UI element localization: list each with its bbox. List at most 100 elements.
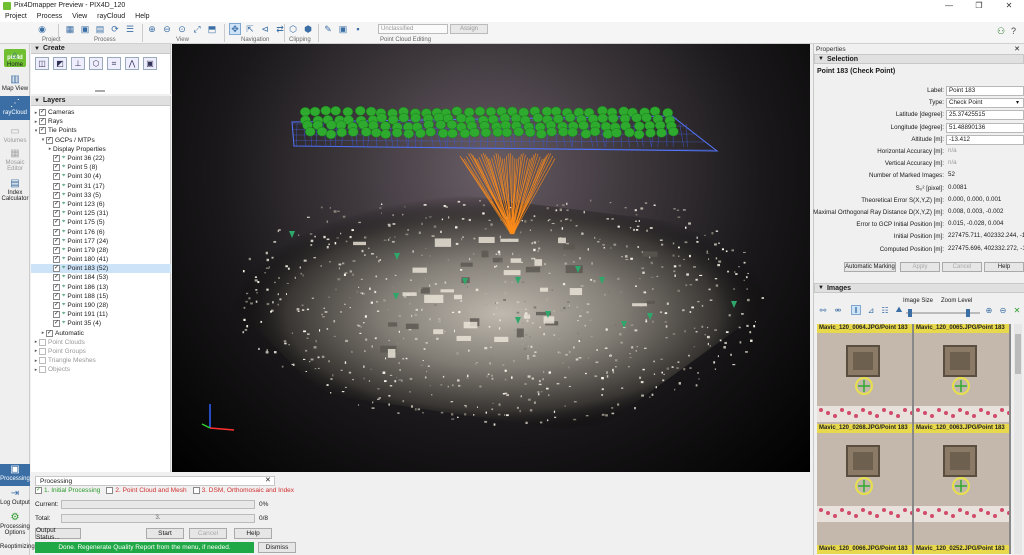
menu-view[interactable]: View — [67, 13, 92, 20]
layer-checkbox[interactable]: ✓ — [53, 265, 60, 273]
close-icon[interactable]: ✕ — [265, 476, 271, 484]
menu-project[interactable]: Project — [0, 13, 32, 20]
zoom-out-icon[interactable]: ⊖ — [998, 305, 1008, 315]
layer-checkbox[interactable]: ✓ — [46, 329, 53, 337]
sidebar-item-index-calculator[interactable]: ▤ Index Calculator — [0, 178, 30, 210]
layer-item[interactable]: ✓ ⌖ Point 31 (17) — [31, 182, 171, 191]
layer-item[interactable]: ✓ ⌖ Point 33 (5) — [31, 191, 171, 200]
layer-checkbox[interactable] — [39, 357, 46, 365]
layer-checkbox[interactable]: ✓ — [53, 173, 60, 181]
process-step2-icon[interactable]: ▣ — [79, 23, 91, 35]
layer-item[interactable]: ▾ ✓ GCPs / MTPs — [31, 136, 171, 145]
cancel-button[interactable]: Cancel — [189, 528, 227, 539]
layer-checkbox[interactable] — [39, 347, 46, 355]
layer-item[interactable]: ✓ ⌖ Point 36 (22) — [31, 154, 171, 163]
zoom-in-icon[interactable]: ⊕ — [146, 23, 158, 35]
layer-item[interactable]: ✓ ⌖ Point 179 (28) — [31, 246, 171, 255]
image-thumbnail[interactable]: Mavic_120_0066.JPG/Point 183 — [817, 524, 912, 554]
layer-checkbox[interactable]: ✓ — [53, 155, 60, 163]
automatic-marking-button[interactable]: Automatic Marking — [844, 262, 896, 272]
layer-checkbox[interactable]: ✓ — [53, 182, 60, 190]
menu-process[interactable]: Process — [32, 13, 67, 20]
layer-checkbox[interactable]: ✓ — [53, 302, 60, 310]
dismiss-button[interactable]: Dismiss — [258, 542, 296, 553]
layer-checkbox[interactable]: ✓ — [53, 256, 60, 264]
color-swatch-icon[interactable]: ▪ — [352, 23, 364, 35]
selection-header[interactable]: ▼ Selection — [814, 54, 1024, 64]
layer-checkbox[interactable]: ✓ — [53, 246, 60, 254]
clip-toggle-icon[interactable]: ⬢ — [302, 23, 314, 35]
close-icon[interactable]: ✕ — [1014, 45, 1020, 53]
property-input[interactable]: 25.37425515 — [946, 110, 1024, 121]
layer-checkbox[interactable]: ✓ — [53, 228, 60, 236]
layer-checkbox[interactable] — [39, 366, 46, 374]
layer-checkbox[interactable]: ✓ — [39, 127, 46, 135]
layer-item[interactable]: ✓ ⌖ Point 190 (28) — [31, 301, 171, 310]
layer-item[interactable]: ▸ ✓ Rays — [31, 117, 171, 126]
layer-checkbox[interactable]: ✓ — [53, 164, 60, 172]
layer-item[interactable]: ✓ ⌖ Point 184 (53) — [31, 273, 171, 282]
perspective-icon[interactable]: ⬒ — [206, 23, 218, 35]
layer-checkbox[interactable]: ✓ — [53, 311, 60, 319]
close-icon[interactable]: ✕ — [994, 0, 1024, 11]
edit-dropdown-icon[interactable]: ▣ — [337, 23, 349, 35]
orbit-icon[interactable]: ⇱ — [244, 23, 256, 35]
layer-item[interactable]: ✓ ⌖ Point 123 (6) — [31, 200, 171, 209]
filter-icon[interactable]: ⊿ — [866, 305, 876, 315]
help-button[interactable]: Help — [234, 528, 272, 539]
raycloud-3d-view[interactable] — [172, 44, 810, 472]
sidebar-item-volumes[interactable]: ▭ Volumes — [0, 126, 30, 148]
zoom-fit-icon[interactable]: ⊙ — [176, 23, 188, 35]
sidebar-item-map-view[interactable]: ▥ Map View — [0, 74, 30, 94]
layer-item[interactable]: ▸ Triangle Meshes — [31, 356, 171, 365]
fullscreen-icon[interactable]: ⤢ — [191, 23, 203, 35]
splitter-handle[interactable] — [95, 90, 105, 92]
create-header[interactable]: ▼ Create — [31, 44, 170, 54]
sidebar-item-processing[interactable]: ▣ Processing — [0, 464, 30, 486]
scroll-thumb[interactable] — [1015, 334, 1021, 374]
layer-checkbox[interactable]: ✓ — [53, 283, 60, 291]
property-input[interactable]: Point 183 — [946, 86, 1024, 96]
layer-item[interactable]: ✓ ⌖ Point 176 (6) — [31, 227, 171, 236]
link-icon[interactable]: ⚯ — [818, 305, 828, 315]
output-status-button[interactable]: Output Status... — [35, 527, 81, 541]
minimize-icon[interactable]: — — [934, 0, 964, 11]
assign-button[interactable]: Assign — [450, 24, 488, 34]
layer-checkbox[interactable]: ✓ — [53, 274, 60, 282]
pen-icon[interactable]: ✎ — [322, 23, 334, 35]
project-icon[interactable]: ◉ — [36, 23, 48, 35]
image-size-thumb[interactable] — [908, 309, 912, 317]
image-thumbnail[interactable]: Mavic_120_0065.JPG/Point 183 — [914, 324, 1009, 435]
sidebar-item-raycloud[interactable]: ⋰ rayCloud — [0, 96, 30, 120]
zoom-in-icon[interactable]: ⊕ — [984, 305, 994, 315]
layer-checkbox[interactable]: ✓ — [53, 219, 60, 227]
layer-item[interactable]: ✓ ⌖ Point 177 (24) — [31, 237, 171, 246]
layer-item[interactable]: ▸ ✓ Cameras — [31, 108, 171, 117]
class-dropdown[interactable]: Unclassified — [378, 24, 448, 34]
layer-checkbox[interactable]: ✓ — [53, 200, 60, 208]
processing-tab[interactable]: Processing — [35, 476, 275, 486]
layer-checkbox[interactable]: ✓ — [53, 237, 60, 245]
layer-item[interactable]: ▸ ✓ Automatic — [31, 329, 171, 338]
type-select[interactable]: Check Point — [946, 98, 1024, 109]
sidebar-item-processing-options[interactable]: ⚙ Processing Options — [0, 512, 30, 540]
layer-checkbox[interactable] — [39, 338, 46, 346]
layer-checkbox[interactable]: ✓ — [53, 320, 60, 328]
help-button[interactable]: Help — [984, 262, 1024, 272]
layer-item[interactable]: ✓ ⌖ Point 180 (41) — [31, 255, 171, 264]
help-icon[interactable]: ? — [1011, 26, 1016, 36]
process-reopt-icon[interactable]: ⟳ — [109, 23, 121, 35]
apply-button[interactable]: Apply — [900, 262, 940, 272]
sidebar-item-home[interactable]: ⌂ Home — [0, 50, 30, 72]
image-size-slider[interactable] — [906, 309, 980, 317]
layer-checkbox[interactable]: ✓ — [53, 292, 60, 300]
layer-item[interactable]: ✓ ⌖ Point 35 (4) — [31, 319, 171, 328]
unlink-icon[interactable]: ⚮ — [833, 305, 843, 315]
new-tie-point-icon[interactable]: ◫ — [35, 57, 49, 70]
layers-header[interactable]: ▼ Layers — [31, 96, 170, 106]
sidebar-item-mosaic-editor[interactable]: ▦ Mosaic Editor — [0, 148, 30, 178]
layer-item[interactable]: ▸ Display Properties — [31, 145, 171, 154]
start-button[interactable]: Start — [146, 528, 184, 539]
image-thumbnail[interactable]: Mavic_120_0252.JPG/Point 183 — [914, 524, 1009, 554]
step-initial-processing[interactable]: ✓ 1. Initial Processing — [35, 487, 100, 494]
